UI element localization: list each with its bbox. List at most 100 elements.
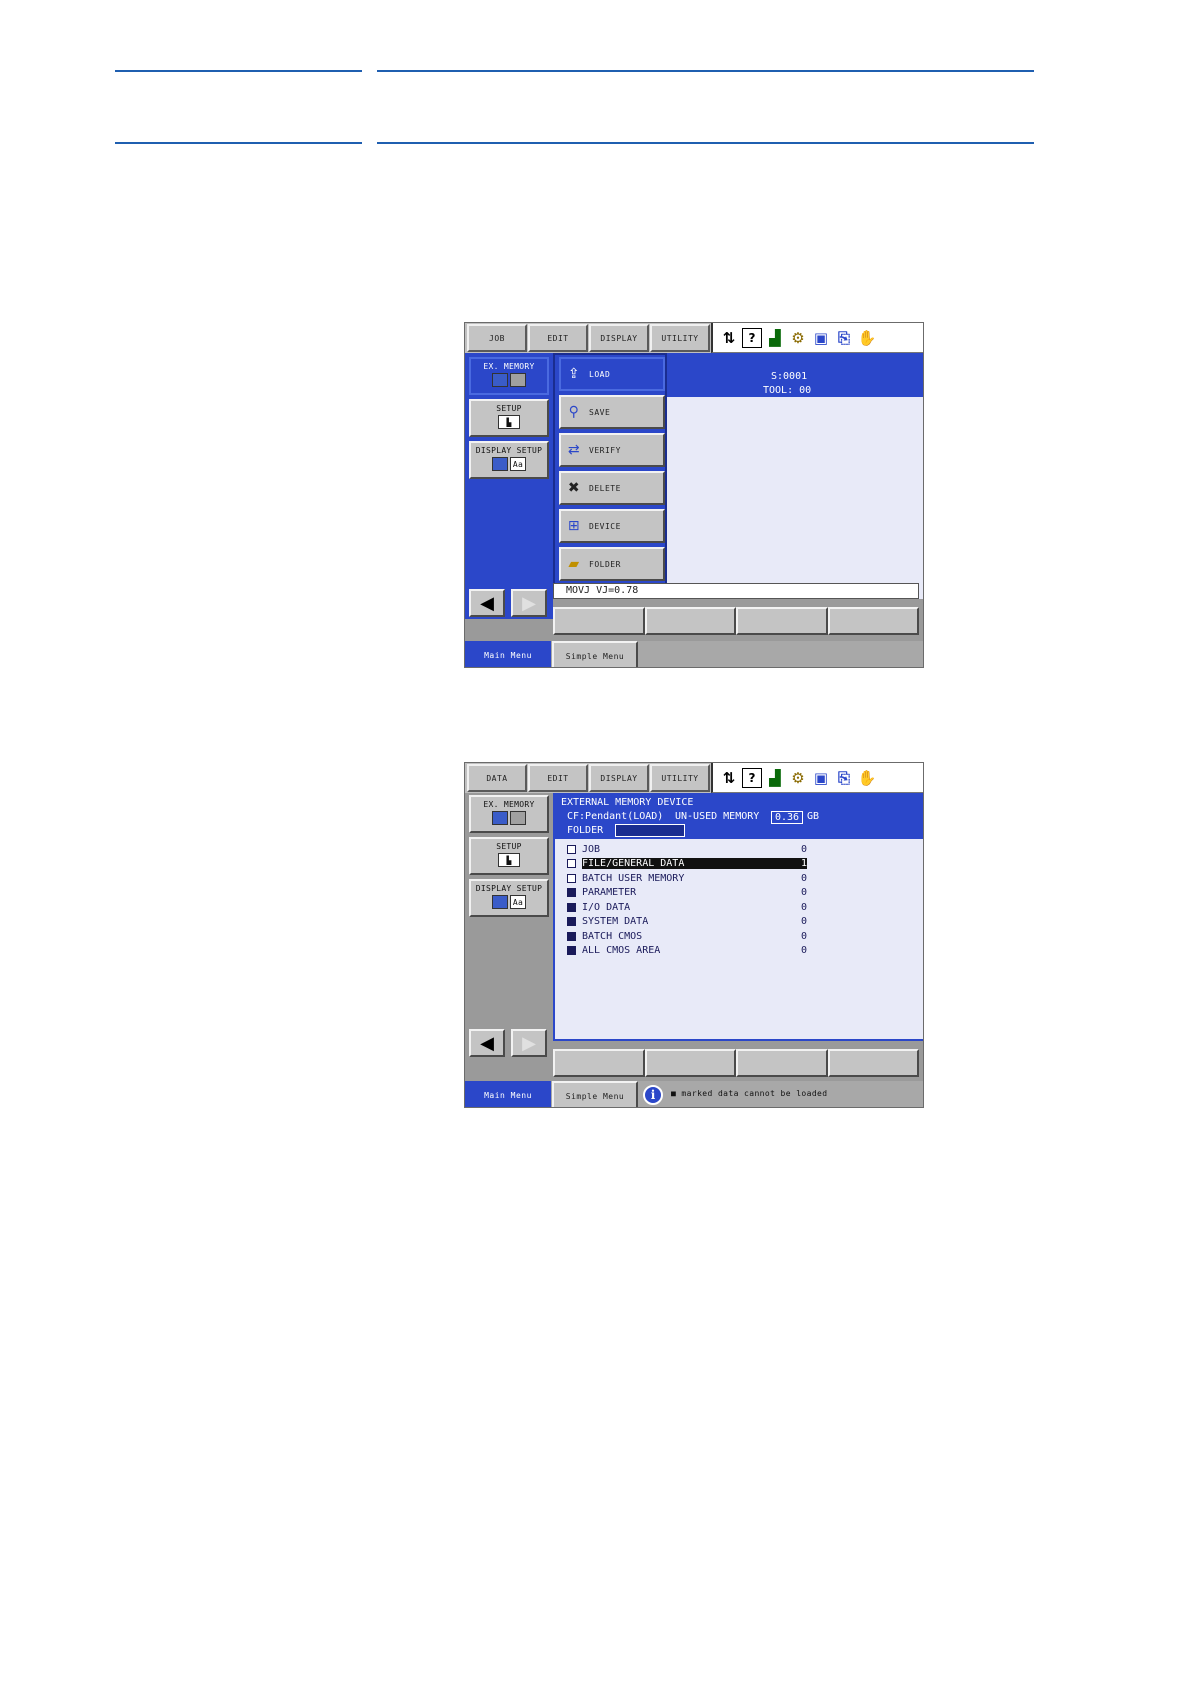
- list-item[interactable]: JOB 0: [567, 842, 807, 857]
- left-arrow-button[interactable]: ◀: [469, 589, 505, 617]
- tab-utility[interactable]: UTILITY: [650, 764, 710, 792]
- display-setup-button[interactable]: DISPLAY SETUP Aa: [469, 879, 549, 917]
- function-key-1[interactable]: [553, 607, 645, 635]
- tab-display[interactable]: DISPLAY: [589, 324, 649, 352]
- input-line[interactable]: MOVJ VJ=0.78: [553, 583, 919, 599]
- main-menu-panel: EX. MEMORY SETUP ▙ DISPLAY SETUP Aa ◀ ▶: [465, 793, 553, 1059]
- list-item[interactable]: PARAMETER 0: [567, 886, 807, 901]
- edit-lock-icon: ⎘: [837, 328, 850, 347]
- item-count: 0: [800, 930, 807, 942]
- memory-card-icon: [510, 373, 526, 387]
- function-key-3[interactable]: [736, 607, 828, 635]
- setup-icon: ▙: [498, 415, 520, 429]
- function-key-2[interactable]: [644, 1049, 736, 1077]
- main-menu-tab[interactable]: Main Menu: [465, 641, 551, 667]
- item-label: JOB: [582, 843, 601, 855]
- setup-button[interactable]: SETUP ▙: [469, 399, 549, 437]
- main-menu-panel: EX. MEMORY SETUP ▙ DISPLAY SETUP Aa ◀ ▶: [465, 353, 553, 619]
- list-item[interactable]: ALL CMOS AREA 0: [567, 944, 807, 959]
- item-count: 0: [800, 843, 807, 855]
- menu-bar: DATA EDIT DISPLAY UTILITY ⇅ ? ▟ ⚙ ▣ ⎘ ✋: [465, 763, 923, 793]
- list-item[interactable]: I/O DATA 0: [567, 900, 807, 915]
- unused-memory-label: UN-USED MEMORY: [675, 811, 760, 822]
- info-icon: i: [643, 1085, 663, 1105]
- header-rule-bottom-right: [377, 142, 1034, 144]
- right-arrow-button[interactable]: ▶: [511, 589, 547, 617]
- function-key-3[interactable]: [736, 1049, 828, 1077]
- tab-data[interactable]: DATA: [467, 764, 527, 792]
- item-label: BATCH CMOS: [582, 930, 643, 942]
- floppy-icon: [492, 811, 508, 825]
- list-item-selected[interactable]: FILE/GENERAL DATA 1: [567, 857, 807, 872]
- ex-memory-button[interactable]: EX. MEMORY: [469, 795, 549, 833]
- item-count: 0: [800, 887, 807, 899]
- save-menu-item[interactable]: ⚲ SAVE: [559, 395, 665, 429]
- list-item[interactable]: BATCH USER MEMORY 0: [567, 871, 807, 886]
- setup-button[interactable]: SETUP ▙: [469, 837, 549, 875]
- tab-display[interactable]: DISPLAY: [589, 764, 649, 792]
- folder-icon: ▰: [568, 556, 580, 572]
- save-label: SAVE: [589, 407, 611, 417]
- robot-icon: ⚙: [791, 328, 805, 347]
- display-setup-button[interactable]: DISPLAY SETUP Aa: [469, 441, 549, 479]
- function-key-4[interactable]: [827, 607, 919, 635]
- item-count: 0: [800, 916, 807, 928]
- checkbox[interactable]: [567, 844, 576, 854]
- header-rule-bottom-left: [115, 142, 362, 144]
- external-memory-window: EXTERNAL MEMORY DEVICE CF:Pendant(LOAD) …: [553, 793, 923, 1041]
- list-item[interactable]: BATCH CMOS 0: [567, 929, 807, 944]
- ex-memory-button[interactable]: EX. MEMORY: [469, 357, 549, 395]
- item-label: I/O DATA: [582, 901, 631, 913]
- speed-icon: ▟: [769, 328, 781, 347]
- simple-menu-tab[interactable]: Simple Menu: [552, 1081, 638, 1107]
- message-line: ■ marked data cannot be loaded: [671, 1089, 828, 1098]
- checkbox[interactable]: [567, 859, 576, 869]
- robot-icon: ⚙: [791, 768, 805, 787]
- verify-label: VERIFY: [589, 445, 621, 455]
- function-key-1[interactable]: [553, 1049, 645, 1077]
- edit-lock-icon: ⎘: [837, 768, 850, 787]
- function-keys: [553, 607, 919, 635]
- status-icons: ⇅ ? ▟ ⚙ ▣ ⎘ ✋: [711, 323, 923, 353]
- tab-job[interactable]: JOB: [467, 324, 527, 352]
- data-list: JOB 0 FILE/GENERAL DATA 1 BATCH USER MEM…: [567, 842, 807, 958]
- marked-indicator: [567, 902, 576, 912]
- setup-label: SETUP: [496, 404, 522, 413]
- right-arrow-button[interactable]: ▶: [511, 1029, 547, 1057]
- function-keys: [553, 1049, 919, 1077]
- delete-icon: ✖: [567, 480, 581, 496]
- item-label: FILE/GENERAL DATA: [582, 858, 787, 870]
- folder-menu-item[interactable]: ▰ FOLDER: [559, 547, 665, 581]
- tab-edit[interactable]: EDIT: [528, 324, 588, 352]
- verify-menu-item[interactable]: ⇄ VERIFY: [559, 433, 665, 467]
- coordinate-icon: ⇅: [722, 768, 736, 787]
- font-icon: Aa: [510, 895, 526, 909]
- tab-utility[interactable]: UTILITY: [650, 324, 710, 352]
- function-key-2[interactable]: [644, 607, 736, 635]
- checkbox[interactable]: [567, 873, 576, 883]
- load-menu-item[interactable]: ⇪ LOAD: [559, 357, 665, 391]
- delete-menu-item[interactable]: ✖ DELETE: [559, 471, 665, 505]
- item-count: 0: [800, 901, 807, 913]
- ex-memory-dropdown: ⇪ LOAD ⚲ SAVE ⇄ VERIFY ✖ DELETE ⊞ DEVICE ▰ FOL…: [553, 353, 667, 589]
- function-key-4[interactable]: [827, 1049, 919, 1077]
- window-title: EXTERNAL MEMORY DEVICE: [561, 797, 694, 808]
- load-label: LOAD: [589, 369, 611, 379]
- simple-menu-tab[interactable]: Simple Menu: [552, 641, 638, 667]
- marked-indicator: [567, 888, 576, 898]
- left-arrow-button[interactable]: ◀: [469, 1029, 505, 1057]
- load-icon: ⇪: [567, 366, 581, 382]
- main-menu-tab[interactable]: Main Menu: [465, 1081, 551, 1107]
- bottom-bar: Main Menu Simple Menu i ■ marked data ca…: [465, 1081, 923, 1107]
- device-menu-item[interactable]: ⊞ DEVICE: [559, 509, 665, 543]
- bottom-bar: Main Menu Simple Menu: [465, 641, 923, 667]
- tab-edit[interactable]: EDIT: [528, 764, 588, 792]
- hand-icon: ✋: [857, 328, 877, 347]
- list-item[interactable]: SYSTEM DATA 0: [567, 915, 807, 930]
- folder-field[interactable]: [615, 824, 685, 837]
- setup-icon: ▙: [498, 853, 520, 867]
- marked-indicator: [567, 931, 576, 941]
- device-name: CF:Pendant(LOAD): [567, 811, 664, 822]
- monitor-icon: [492, 895, 508, 909]
- ex-memory-label: EX. MEMORY: [483, 362, 535, 371]
